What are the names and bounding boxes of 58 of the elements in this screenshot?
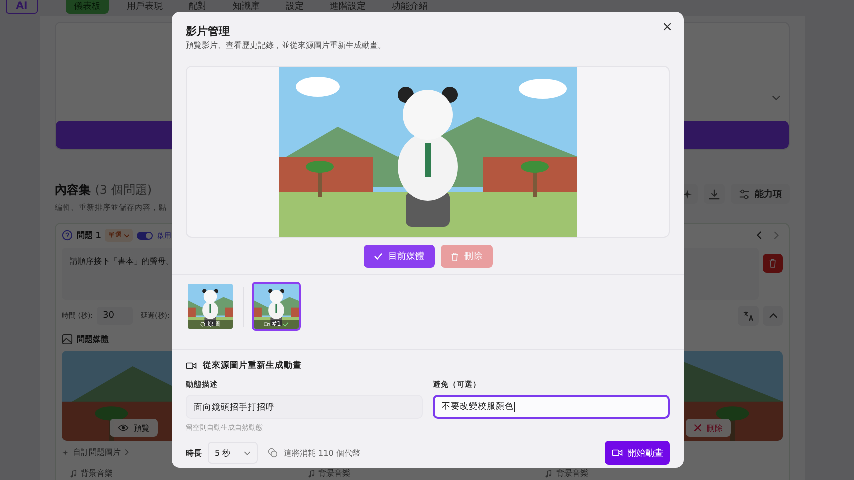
chevron-down-icon <box>244 450 251 456</box>
current-media-button[interactable]: 目前媒體 <box>364 245 434 268</box>
question-title: 問題 1 <box>77 230 102 241</box>
music-note-icon <box>308 470 315 478</box>
chevron-up-icon <box>768 313 778 319</box>
translate-button[interactable] <box>738 306 759 326</box>
sparkle-icon <box>682 188 693 200</box>
motion-field[interactable]: 面向鏡頭招手打招呼 <box>186 395 423 419</box>
trash-icon <box>450 252 458 262</box>
download-icon <box>709 188 720 200</box>
question-icon <box>62 230 73 241</box>
nav-tab[interactable]: 配對 <box>181 0 215 14</box>
delete-button[interactable] <box>763 254 783 273</box>
music-note-icon <box>545 470 552 478</box>
nav-tab[interactable]: 進階設定 <box>322 0 374 14</box>
dialog-subtitle: 預覽影片、查看歷史記錄，並從來源圖片重新生成動畫。 <box>186 40 387 51</box>
duration-label: 時長 <box>186 448 202 458</box>
music-toggle[interactable]: 背景音樂 <box>556 468 588 479</box>
time-field[interactable]: 30 <box>97 307 134 325</box>
cost-text: 這將消耗 110 個代幣 <box>284 448 360 458</box>
eye-icon <box>118 424 129 432</box>
previous-icon[interactable] <box>756 231 763 240</box>
section-title: 內容集 (3 個問題) <box>55 182 153 199</box>
check-icon <box>283 322 290 327</box>
close-button[interactable]: × <box>660 20 675 35</box>
video-camera-icon <box>186 362 197 370</box>
avoid-field[interactable]: 不要改變校服顏色 <box>433 395 670 419</box>
translate-icon <box>743 310 754 322</box>
preview-button[interactable]: 預覽 <box>110 419 158 437</box>
close-icon <box>694 424 702 432</box>
nav-tab[interactable]: 知識庫 <box>225 0 268 14</box>
video-camera-icon <box>264 322 270 327</box>
start-button[interactable]: 開始動畫 <box>605 441 670 465</box>
sliders-icon <box>739 188 750 200</box>
logo: AI <box>6 0 38 14</box>
toggle-switch[interactable] <box>137 232 154 240</box>
delete-button[interactable]: 刪除 <box>686 419 731 437</box>
check-icon <box>374 253 382 260</box>
custom-image-link[interactable]: 自訂問題圖片 <box>73 447 121 458</box>
nav-tab[interactable]: 設定 <box>278 0 312 14</box>
sparkle-icon <box>62 448 69 456</box>
dialog-title: 影片管理 <box>186 24 230 39</box>
nav-tab[interactable]: 用戶表現 <box>119 0 171 14</box>
duration-select[interactable]: 5 秒 <box>208 442 258 464</box>
coins-icon <box>268 448 278 458</box>
chevron-down-icon <box>124 234 130 238</box>
next-icon[interactable] <box>773 231 780 240</box>
chevron-down-icon[interactable] <box>772 95 781 101</box>
music-toggle[interactable]: 背景音樂 <box>318 468 351 479</box>
chevron-right-icon <box>125 449 129 456</box>
collapse-button[interactable] <box>763 306 783 326</box>
nav-tab[interactable]: 功能介紹 <box>384 0 436 14</box>
music-toggle[interactable]: 背景音樂 <box>81 468 113 479</box>
media-title: 問題媒體 <box>77 334 109 345</box>
section-title: 從來源圖片重新生成動畫 <box>203 360 302 372</box>
video-camera-icon <box>612 449 622 457</box>
trash-icon <box>769 258 777 269</box>
music-note-icon <box>70 470 77 478</box>
